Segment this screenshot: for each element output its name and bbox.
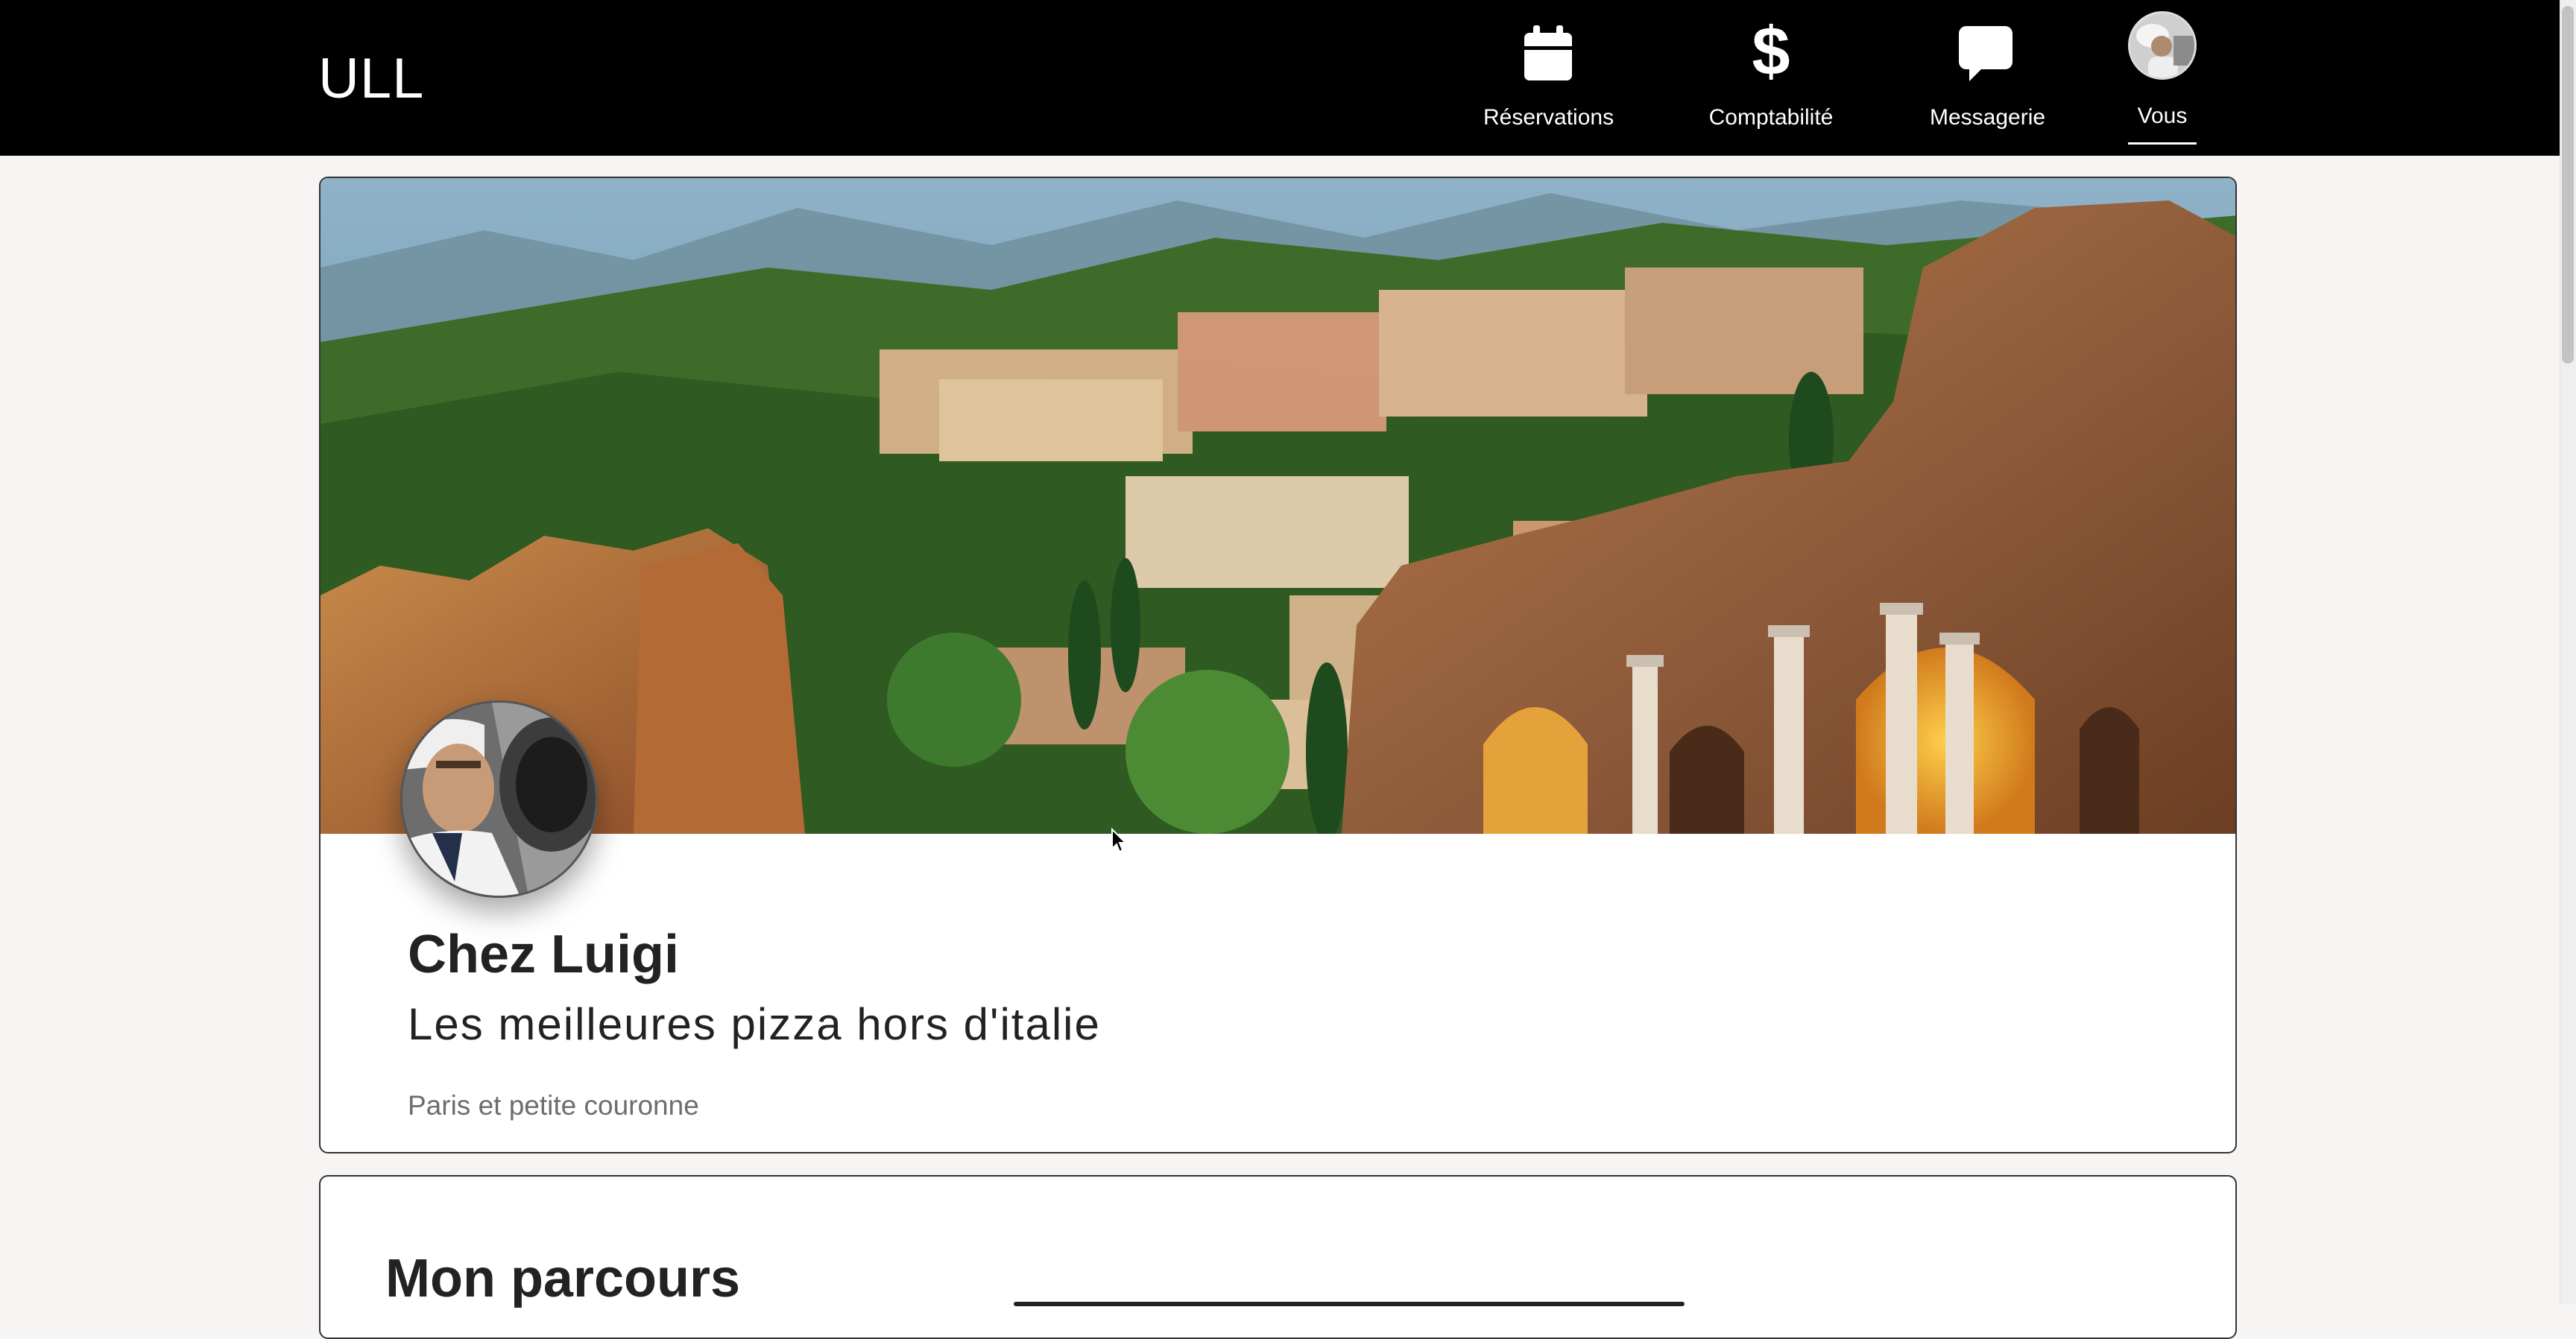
top-navbar: ULL Réservations $ Comptabilité Messager… (0, 0, 2560, 156)
profile-avatar[interactable] (400, 700, 598, 898)
scrollbar-thumb[interactable] (2562, 6, 2574, 364)
profile-card: Chez Luigi Les meilleures pizza hors d'i… (319, 177, 2237, 1153)
cover-photo (321, 178, 2235, 834)
parcours-card: Mon parcours (319, 1175, 2237, 1339)
profile-name: Chez Luigi (408, 925, 679, 984)
nav-label-reservations: Réservations (1483, 105, 1614, 130)
user-avatar (2128, 11, 2197, 80)
mouse-cursor-icon (1111, 827, 1128, 853)
nav-label-comptabilite: Comptabilité (1708, 105, 1834, 130)
section-title-parcours: Mon parcours (385, 1249, 741, 1308)
profile-location: Paris et petite couronne (408, 1090, 699, 1121)
nav-item-messagerie[interactable]: Messagerie (1930, 0, 2046, 156)
nav-item-vous[interactable]: Vous (2124, 0, 2200, 156)
profile-tagline: Les meilleures pizza hors d'italie (408, 999, 1101, 1049)
nav-item-comptabilite[interactable]: $ Comptabilité (1708, 0, 1834, 156)
nav-label-messagerie: Messagerie (1930, 105, 2046, 130)
svg-text:$: $ (1752, 19, 1790, 86)
nav-label-vous: Vous (2137, 104, 2188, 128)
brand-logo[interactable]: ULL (318, 45, 424, 113)
calendar-icon (1518, 19, 1578, 86)
divider-line (1014, 1302, 1685, 1306)
dollar-icon: $ (1741, 19, 1801, 86)
chat-bubble-icon (1956, 19, 2015, 86)
nav-item-reservations[interactable]: Réservations (1483, 0, 1614, 156)
active-tab-indicator (2128, 142, 2197, 145)
